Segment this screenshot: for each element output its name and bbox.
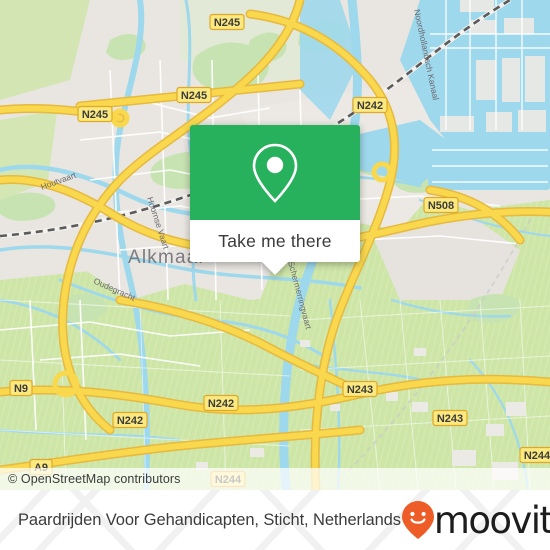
road-shield: N9 (9, 379, 33, 397)
road-shield-label: N245 (181, 90, 207, 102)
road-shield-label: N9 (14, 383, 28, 395)
road-shield-label: N242 (117, 415, 143, 427)
road-shield-label: N508 (428, 200, 454, 212)
road-shield-label: N245 (82, 109, 108, 121)
road-shield: N243 (432, 409, 468, 427)
footer-bar: Paardrijden Voor Gehandicapten, Sticht, … (0, 490, 550, 550)
take-me-there-popup[interactable]: Take me there (190, 125, 360, 275)
moovit-map-screenshot: Alkmaar Houtvaart Hoornse Vaart Oudegracht S… (0, 0, 550, 550)
road-shield: N245 (77, 105, 113, 123)
road-shield: N243 (342, 380, 378, 398)
place-title: Paardrijden Voor Gehandicapten, Sticht, … (18, 510, 401, 529)
moovit-logo: moovit (401, 499, 550, 541)
road-shield: N508 (423, 196, 459, 214)
moovit-wordmark: moovit (433, 498, 550, 542)
road-shield: N242 (203, 394, 239, 412)
road-shield: N245 (176, 86, 212, 104)
attribution-text: © OpenStreetMap contributors (8, 472, 181, 486)
popup-tail (262, 262, 288, 275)
road-shield-label: N243 (347, 384, 373, 396)
popup-image-area (190, 125, 360, 220)
road-shield-label: N244 (524, 450, 550, 462)
road-shield-label: N242 (208, 398, 234, 410)
map-pin-icon (252, 143, 298, 203)
osm-attribution: © OpenStreetMap contributors (0, 468, 550, 490)
road-shield: N242 (352, 96, 388, 114)
road-shield-label: N242 (357, 100, 383, 112)
moovit-smiling-pin-icon (401, 501, 434, 539)
road-shield: N242 (112, 411, 148, 429)
popup-action-bar[interactable]: Take me there (190, 220, 360, 275)
road-shield-label: N243 (437, 413, 463, 425)
road-shield: N245 (209, 13, 245, 31)
road-shield-label: N245 (214, 17, 240, 29)
road-shield: N244 (519, 446, 550, 464)
take-me-there-label: Take me there (218, 230, 332, 251)
